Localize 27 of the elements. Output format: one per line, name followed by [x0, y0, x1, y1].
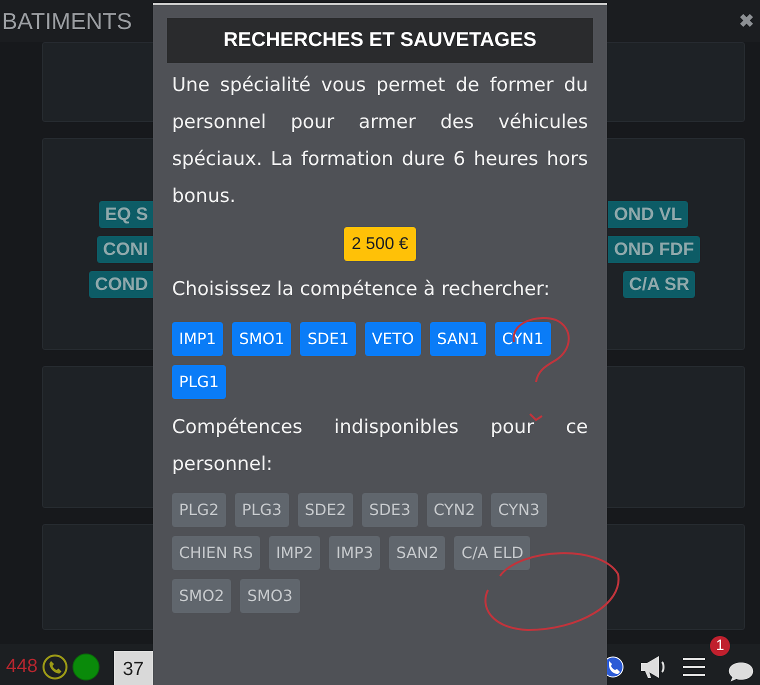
chat-icon[interactable] [728, 660, 754, 684]
prompt-text: Choisissez la compétence à rechercher: [172, 277, 551, 302]
close-icon[interactable]: ✖ [739, 10, 754, 32]
status-dot-icon [72, 652, 100, 680]
skill-button[interactable]: SDE1 [300, 322, 356, 356]
unavailable-text: Compétences indisponibles pour ce personnel: [172, 415, 588, 477]
skill-button[interactable]: PLG1 [172, 365, 226, 399]
description-text: Une spécialité vous permet de former du personnel pour armer des véhicules spéciaux. La formation dure 6 heures hors bonus. [172, 73, 588, 209]
skill-button[interactable]: IMP1 [172, 322, 224, 356]
specialty-tag: OND VL [608, 201, 688, 228]
skill-button[interactable]: CYN1 [495, 322, 551, 356]
specialty-tag: CONI [97, 236, 154, 263]
count-label: 448 [6, 656, 38, 678]
page-title: BATIMENTS [2, 8, 132, 34]
specialty-tag: EQ S [98, 201, 154, 228]
counter-label: 37 [114, 650, 153, 685]
specialty-tag: OND FDF [608, 236, 700, 263]
specialty-tag: COND [89, 271, 154, 298]
skill-button[interactable]: SAN1 [430, 322, 486, 356]
phone-icon[interactable] [42, 654, 68, 680]
skill-button[interactable]: SMO1 [232, 322, 292, 356]
price-badge: 2 500 € [344, 227, 416, 261]
skill-button[interactable]: VETO [364, 322, 421, 356]
notification-badge: 1 [710, 636, 730, 656]
specialty-tag: C/A SR [623, 271, 696, 298]
menu-icon[interactable] [682, 656, 706, 676]
modal-title: RECHERCHES ET SAUVETAGES [167, 18, 593, 63]
